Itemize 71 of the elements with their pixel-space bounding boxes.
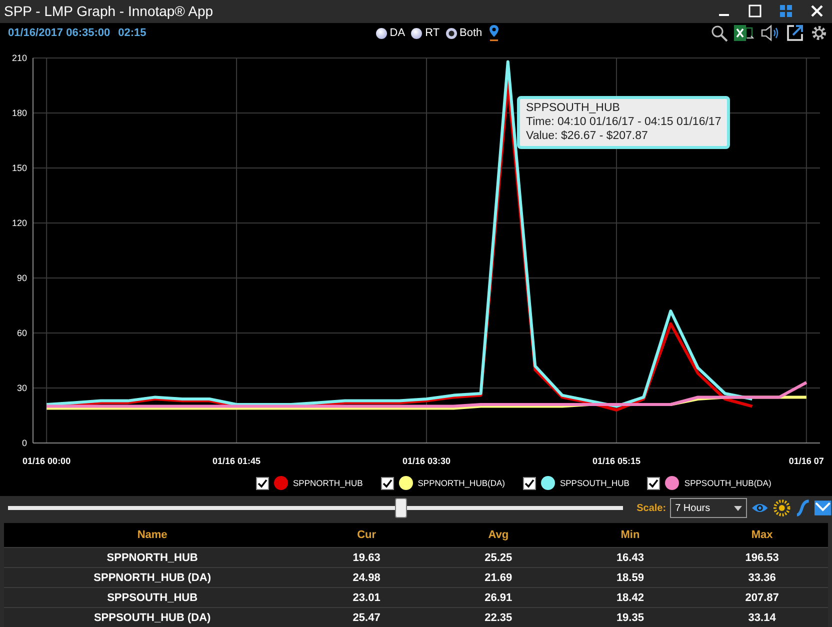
table-cell: 26.91 [432, 588, 564, 608]
datetime-text: 01/16/2017 06:35:00 [8, 27, 110, 40]
pin-icon[interactable] [488, 24, 500, 42]
table-cell: 23.01 [300, 588, 432, 608]
legend-label: SPPNORTH_HUB [293, 478, 363, 488]
legend-label: SPPSOUTH_HUB(DA) [684, 478, 772, 488]
table-cell: 19.35 [564, 608, 696, 627]
column-header: Min [564, 523, 696, 548]
table-cell: 21.69 [432, 568, 564, 588]
column-header: Max [696, 523, 828, 548]
table-cell: 16.43 [564, 548, 696, 568]
export-icon[interactable] [786, 24, 804, 42]
tooltip-title: SPPSOUTH_HUB [526, 102, 621, 114]
table-cell: 25.25 [432, 548, 564, 568]
mode-radio[interactable]: DA [376, 27, 406, 40]
sun-icon[interactable] [772, 499, 791, 518]
table-cell: 196.53 [696, 548, 828, 568]
table-cell: 22.35 [432, 608, 564, 627]
table-cell: SPPSOUTH_HUB [4, 588, 301, 608]
y-tick-label: 30 [16, 382, 27, 393]
legend-checkbox[interactable] [380, 476, 394, 490]
tooltip-time: Time: 04:10 01/16/17 - 04:15 01/16/17 [526, 116, 722, 128]
legend-label: SPPNORTH_HUB(DA) [418, 478, 505, 488]
spreadsheet-icon[interactable] [734, 24, 754, 42]
maximize-icon[interactable] [748, 4, 762, 18]
y-tick-label: 210 [12, 52, 27, 63]
table-cell: SPPNORTH_HUB (DA) [4, 568, 301, 588]
table-cell: 33.36 [696, 568, 828, 588]
table-cell: 33.14 [696, 608, 828, 627]
y-tick-label: 120 [12, 218, 27, 228]
x-tick-label: 01/16 03:30 [402, 456, 451, 466]
scale-dropdown[interactable]: 7 Hours [670, 498, 748, 518]
table-cell: 24.98 [300, 568, 432, 588]
column-header: Cur [300, 523, 432, 548]
settings-icon[interactable] [810, 24, 828, 42]
x-tick-label: 01/16 01:45 [212, 456, 261, 466]
column-header: Avg [432, 523, 564, 548]
close-icon[interactable] [810, 4, 824, 18]
x-tick-label: 01/16 00:00 [22, 456, 71, 466]
table-cell: 25.47 [300, 608, 432, 627]
x-tick-label: 01/16 05:15 [592, 456, 640, 466]
elapsed-time: 02:15 [118, 27, 146, 40]
y-tick-label: 150 [12, 162, 27, 173]
legend-checkbox[interactable] [522, 476, 536, 490]
y-tick-label: 60 [16, 328, 27, 338]
legend-checkbox[interactable] [647, 476, 660, 490]
y-tick-label: 180 [12, 108, 27, 118]
window-title: SPP - LMP Graph - Innotap® App [4, 3, 214, 20]
table-cell: SPPNORTH_HUB [4, 548, 301, 568]
table-cell: 18.42 [564, 588, 696, 608]
tooltip-value: Value: $26.67 - $207.87 [526, 130, 649, 142]
table-cell: 19.63 [300, 548, 432, 568]
table-cell: SPPSOUTH_HUB (DA) [4, 608, 301, 627]
y-tick-label: 0 [22, 438, 27, 448]
mode-radio[interactable]: RT [411, 27, 440, 40]
y-tick-label: 90 [16, 272, 27, 283]
table-cell: 207.87 [696, 588, 828, 608]
table-cell: 18.59 [564, 568, 696, 588]
column-header: Name [4, 523, 301, 548]
x-tick-label: 01/16 07 [788, 456, 824, 466]
speaker-icon[interactable] [760, 24, 780, 42]
scale-label: Scale: [636, 502, 666, 514]
slider-thumb[interactable] [395, 498, 408, 518]
curve-icon[interactable] [794, 499, 810, 518]
mail-icon[interactable] [814, 500, 832, 516]
search-icon[interactable] [710, 24, 728, 42]
legend-checkbox[interactable] [256, 476, 269, 490]
caret-icon [734, 506, 742, 511]
tile-icon[interactable] [779, 4, 793, 18]
mode-radio[interactable]: Both [446, 27, 482, 40]
legend-label: SPPSOUTH_HUB [560, 478, 630, 488]
